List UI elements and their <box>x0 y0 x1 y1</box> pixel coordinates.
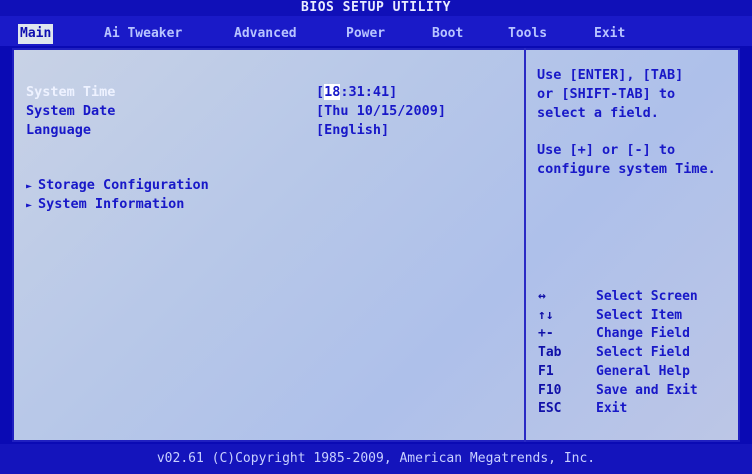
tab-exit[interactable]: Exit <box>594 24 625 44</box>
window-title: BIOS SETUP UTILITY <box>0 0 752 16</box>
language-value[interactable]: [English] <box>316 122 389 138</box>
help-line-3: select a field. <box>537 105 659 121</box>
submenu-label: System Information <box>38 196 185 212</box>
tab-ai-tweaker[interactable]: Ai Tweaker <box>104 24 182 44</box>
key-desc-save-and-exit: Save and Exit <box>596 383 698 398</box>
key-plus-minus: +- <box>538 326 554 341</box>
key-f10: F10 <box>538 383 562 398</box>
help-line-5: configure system Time. <box>537 161 716 177</box>
tab-boot[interactable]: Boot <box>432 24 463 44</box>
key-desc-select-field: Select Field <box>596 345 690 360</box>
key-desc-select-screen: Select Screen <box>596 289 698 304</box>
system-time-bracket: [ <box>316 84 325 100</box>
key-esc: ESC <box>538 401 562 416</box>
menu-bar: Main Ai Tweaker Advanced Power Boot Tool… <box>0 16 752 46</box>
tab-power[interactable]: Power <box>346 24 385 44</box>
panel-divider <box>524 48 526 442</box>
submenu-storage-configuration[interactable]: ► Storage Configuration <box>26 177 209 193</box>
help-line-1: Use [ENTER], [TAB] <box>537 67 684 83</box>
key-up-down-arrows: ↑↓ <box>538 308 554 323</box>
tab-tools[interactable]: Tools <box>508 24 547 44</box>
submenu-system-information[interactable]: ► System Information <box>26 196 184 212</box>
triangle-right-icon: ► <box>26 200 33 211</box>
key-desc-exit: Exit <box>596 401 628 416</box>
key-f1: F1 <box>538 364 554 379</box>
key-left-right-arrows: ↔ <box>538 289 546 304</box>
key-desc-change-field: Change Field <box>596 326 690 341</box>
system-time-rest: :31:41] <box>340 84 398 100</box>
copyright-footer: v02.61 (C)Copyright 1985-2009, American … <box>0 444 752 474</box>
system-time-value[interactable]: [18:31:41] <box>316 84 397 100</box>
tab-advanced[interactable]: Advanced <box>234 24 297 44</box>
key-desc-select-item: Select Item <box>596 308 683 323</box>
language-label[interactable]: Language <box>26 122 91 138</box>
submenu-label: Storage Configuration <box>38 177 209 193</box>
system-date-label[interactable]: System Date <box>26 103 115 119</box>
system-time-hour-cursor[interactable]: 18 <box>324 84 341 100</box>
tab-main[interactable]: Main <box>18 24 54 44</box>
triangle-right-icon: ► <box>26 181 33 192</box>
key-desc-general-help: General Help <box>596 364 690 379</box>
system-date-value[interactable]: [Thu 10/15/2009] <box>316 103 446 119</box>
system-time-label[interactable]: System Time <box>26 84 115 100</box>
key-tab: Tab <box>538 345 562 360</box>
help-line-4: Use [+] or [-] to <box>537 142 676 158</box>
help-line-2: or [SHIFT-TAB] to <box>537 86 676 102</box>
